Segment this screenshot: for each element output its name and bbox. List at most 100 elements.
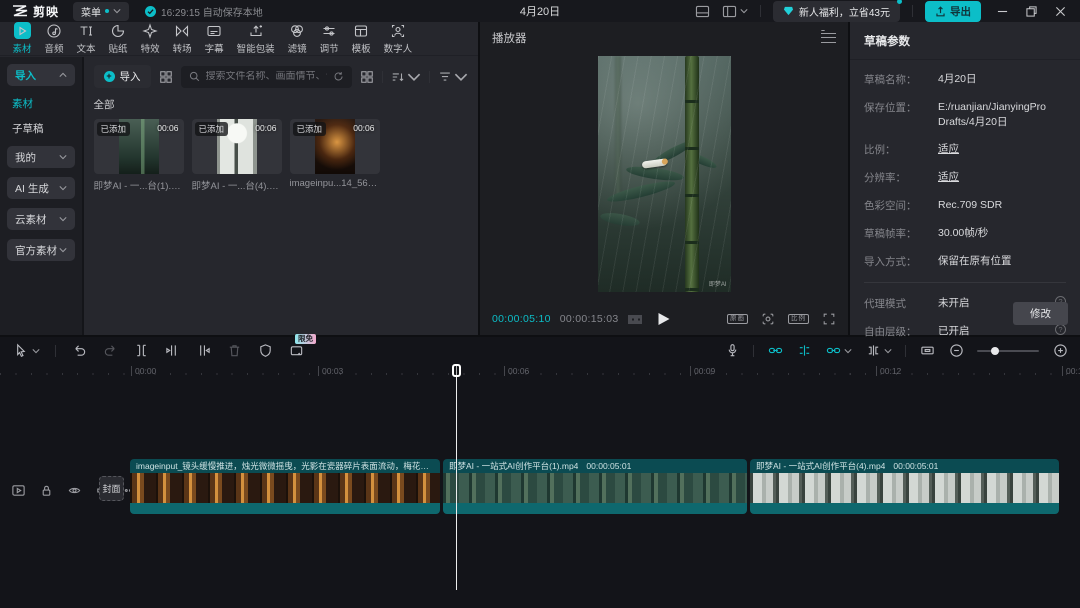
media-card[interactable]: 已添加 00:06 即梦AI - 一...台(4).mp4 xyxy=(192,119,282,192)
zoom-in-button[interactable] xyxy=(1052,343,1068,359)
timeline-panel: 限免 xyxy=(0,337,1080,608)
divider xyxy=(753,345,754,357)
play-button[interactable] xyxy=(659,313,670,325)
param-label: 代理模式 xyxy=(864,296,938,311)
freeze-frame-button[interactable] xyxy=(257,343,273,359)
ratio-value-link[interactable]: 适应 xyxy=(938,142,1066,157)
focus-button[interactable] xyxy=(761,312,775,326)
tab-digital-human[interactable]: 数字人 xyxy=(377,22,419,55)
split-button[interactable] xyxy=(133,343,149,359)
tab-media[interactable]: 素材 xyxy=(6,22,38,55)
trim-left-button[interactable] xyxy=(164,343,180,359)
cover-button[interactable]: 封面 xyxy=(99,476,124,501)
timeline-clip-1[interactable]: imageinput_镜头缓慢推进，烛光微微摇曳，光影在瓷器碎片表面流动，梅花枝… xyxy=(130,459,440,514)
menu-button[interactable]: 菜单 xyxy=(73,2,129,21)
sidebar-group-mine[interactable]: 我的 xyxy=(7,146,75,168)
export-button[interactable]: 导出 xyxy=(925,1,981,22)
rain-overlay xyxy=(598,56,731,292)
fullscreen-button[interactable] xyxy=(822,312,836,326)
trim-right-button[interactable] xyxy=(195,343,211,359)
select-tool-button[interactable] xyxy=(12,343,40,359)
resolution-value-link[interactable]: 适应 xyxy=(938,170,1066,185)
player-menu-button[interactable] xyxy=(821,33,836,44)
promo-text: 新人福利，立省43元 xyxy=(799,4,890,19)
media-thumbnail: 已添加 00:06 xyxy=(94,119,184,174)
search-input[interactable] xyxy=(206,71,328,82)
zoom-out-button[interactable] xyxy=(948,343,964,359)
playhead-handle[interactable] xyxy=(452,364,461,377)
timeline-ruler[interactable]: 00:00 00:03 00:06 00:09 00:12 00:15 xyxy=(0,364,1080,378)
record-audio-button[interactable] xyxy=(724,343,740,359)
promo-button[interactable]: 新人福利，立省43元 xyxy=(773,1,900,22)
player-menu-dot xyxy=(821,30,825,31)
sidebar-import[interactable]: 导入 xyxy=(7,64,75,86)
timeline-zoom-slider[interactable] xyxy=(977,345,1039,357)
timeline-clip-3[interactable]: 即梦AI - 一站式AI创作平台(4).mp4 00:00:05:01 xyxy=(750,459,1059,514)
tab-captions[interactable]: 字幕 xyxy=(198,22,230,55)
cursor-icon xyxy=(12,343,28,359)
main-track-magnet-toggle[interactable] xyxy=(767,343,783,359)
tab-adjust[interactable]: 调节 xyxy=(313,22,345,55)
hide-track-icon[interactable] xyxy=(66,482,82,498)
export-label: 导出 xyxy=(950,4,971,19)
draft-name-value: 4月20日 xyxy=(938,72,1066,87)
param-label: 保存位置： xyxy=(864,100,938,115)
tab-text[interactable]: 文本 xyxy=(70,22,102,55)
sort-button[interactable] xyxy=(391,70,421,84)
fit-timeline-button[interactable] xyxy=(919,343,935,359)
tab-templates[interactable]: 模板 xyxy=(345,22,377,55)
param-label: 比例： xyxy=(864,142,938,157)
close-button[interactable] xyxy=(1055,6,1066,17)
grid-view-icon[interactable] xyxy=(360,70,374,84)
modify-button[interactable]: 修改 xyxy=(1013,302,1068,325)
autosave-text: 16:29:15 自动保存本地 xyxy=(161,4,263,19)
check-circle-icon xyxy=(145,6,156,17)
import-media-button[interactable]: + 导入 xyxy=(94,65,151,88)
playhead-line[interactable] xyxy=(456,364,457,590)
limited-free-badge: 限免 xyxy=(295,334,316,344)
chevron-down-icon xyxy=(844,348,852,354)
media-card[interactable]: 已添加 00:06 imageinpu...14_56.mp4 xyxy=(290,119,380,192)
search-box[interactable] xyxy=(181,66,353,88)
slider-handle[interactable] xyxy=(991,347,999,355)
preview-axis-toggle[interactable] xyxy=(865,343,892,359)
media-card[interactable]: 已添加 00:06 即梦AI - 一...台(1).mp4 xyxy=(94,119,184,192)
media-sidebar: 导入 素材 子草稿 我的 AI 生成 云素材 官方素材 xyxy=(0,57,84,335)
help-icon[interactable]: ? xyxy=(1055,324,1066,335)
group-view-icon[interactable] xyxy=(159,70,173,84)
lock-track-icon[interactable] xyxy=(38,482,54,498)
sidebar-item-subdraft[interactable]: 子草稿 xyxy=(7,121,75,136)
chevron-down-icon xyxy=(407,70,421,84)
sidebar-item-material[interactable]: 素材 xyxy=(7,96,75,111)
sidebar-group-official[interactable]: 官方素材 xyxy=(7,239,75,261)
tab-filters[interactable]: 滤镜 xyxy=(281,22,313,55)
media-library: + 导入 xyxy=(84,57,479,335)
slider-track xyxy=(977,350,1039,352)
ratio-button[interactable]: 比例 xyxy=(788,314,809,325)
duration-label: 00:06 xyxy=(157,123,178,133)
restore-button[interactable] xyxy=(1026,6,1037,17)
smart-edit-button[interactable]: 限免 xyxy=(288,343,304,359)
draft-params-panel: 草稿参数 草稿名称：4月20日 保存位置：E:/ruanjian/Jianyin… xyxy=(850,22,1080,335)
preview-axis-icon xyxy=(865,343,881,359)
tab-audio[interactable]: 音频 xyxy=(38,22,70,55)
minimize-button[interactable] xyxy=(997,6,1008,17)
filter-button[interactable] xyxy=(438,70,468,84)
tab-effects[interactable]: 特效 xyxy=(134,22,166,55)
auto-snap-toggle[interactable] xyxy=(796,343,812,359)
tab-transitions[interactable]: 转场 xyxy=(166,22,198,55)
tab-smart-packaging[interactable]: 智能包装 xyxy=(230,22,281,55)
tab-sticker[interactable]: 贴纸 xyxy=(102,22,134,55)
sidebar-group-cloud[interactable]: 云素材 xyxy=(7,208,75,230)
layout-panel-icon[interactable] xyxy=(695,5,710,18)
undo-button[interactable] xyxy=(71,343,87,359)
layout-switch-button[interactable] xyxy=(722,5,748,18)
timeline-clip-2[interactable]: 即梦AI - 一站式AI创作平台(1).mp4 00:00:05:01 xyxy=(443,459,747,514)
redo-button[interactable] xyxy=(102,343,118,359)
quality-button[interactable]: 原画 xyxy=(727,314,748,325)
refresh-icon[interactable] xyxy=(333,71,344,82)
layout-columns-icon xyxy=(722,5,737,18)
sidebar-group-ai[interactable]: AI 生成 xyxy=(7,177,75,199)
delete-button[interactable] xyxy=(226,343,242,359)
linkage-toggle[interactable] xyxy=(825,343,852,359)
